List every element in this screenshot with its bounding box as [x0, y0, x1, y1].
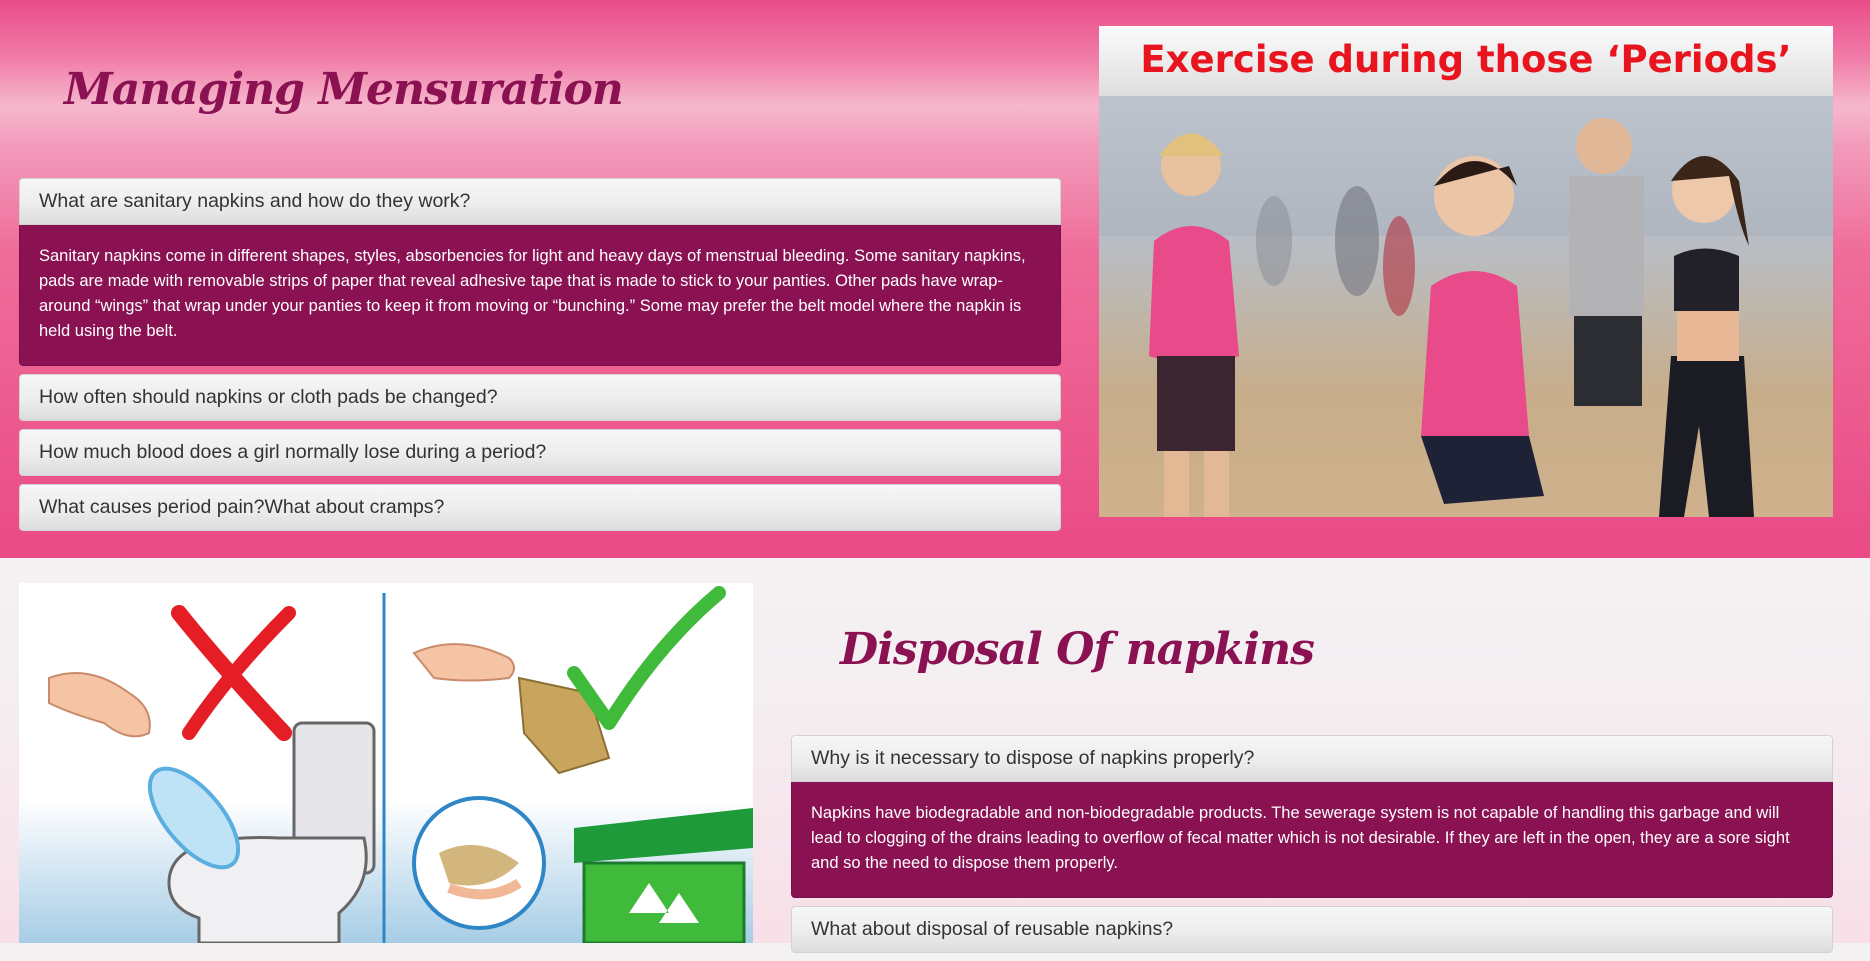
accordion-item: How much blood does a girl normally lose…: [19, 429, 1061, 476]
disposal-section: Disposal Of napkins Why is it necessary …: [0, 558, 1870, 953]
disposal-illustration: [19, 583, 753, 943]
accordion-question[interactable]: How much blood does a girl normally lose…: [19, 429, 1061, 476]
accordion-question[interactable]: What are sanitary napkins and how do the…: [19, 178, 1061, 225]
disposal-accordion: Why is it necessary to dispose of napkin…: [791, 735, 1833, 961]
recycle-bin-icon: [574, 808, 753, 943]
accordion-question[interactable]: What causes period pain?What about cramp…: [19, 484, 1061, 531]
accordion-item: Why is it necessary to dispose of napkin…: [791, 735, 1833, 898]
accordion-item: What causes period pain?What about cramp…: [19, 484, 1061, 531]
accordion-item: What are sanitary napkins and how do the…: [19, 178, 1061, 366]
managing-title: Managing Mensuration: [64, 64, 624, 115]
accordion-item: What about disposal of reusable napkins?: [791, 906, 1833, 953]
managing-section: Managing Mensuration What are sanitary n…: [0, 0, 1870, 558]
exercise-photo: Exercise during those ‘Periods’: [1099, 26, 1833, 517]
accordion-question[interactable]: How often should napkins or cloth pads b…: [19, 374, 1061, 421]
accordion-question[interactable]: What about disposal of reusable napkins?: [791, 906, 1833, 953]
accordion-question[interactable]: Why is it necessary to dispose of napkin…: [791, 735, 1833, 782]
photo-caption: Exercise during those ‘Periods’: [1140, 38, 1791, 81]
accordion-answer: Sanitary napkins come in different shape…: [19, 225, 1061, 366]
accordion-item: How often should napkins or cloth pads b…: [19, 374, 1061, 421]
accordion-answer: Napkins have biodegradable and non-biode…: [791, 782, 1833, 898]
disposal-title: Disposal Of napkins: [840, 624, 1315, 675]
managing-accordion: What are sanitary napkins and how do the…: [19, 178, 1061, 539]
